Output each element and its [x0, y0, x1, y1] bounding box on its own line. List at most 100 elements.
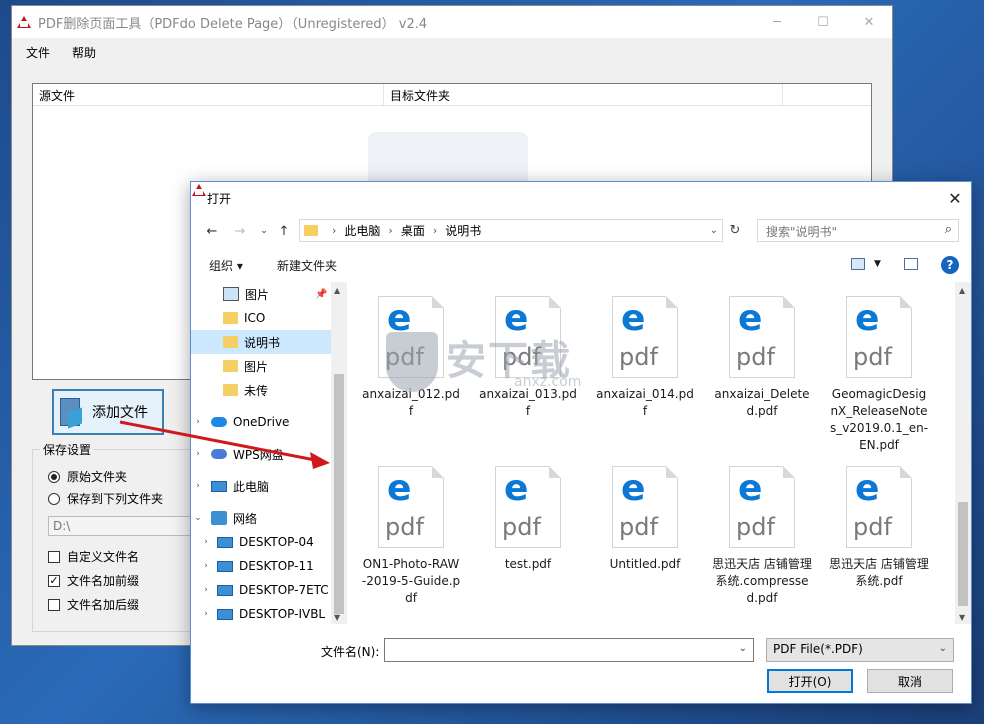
- radio-original-folder[interactable]: 原始文件夹: [48, 468, 127, 485]
- checkbox[interactable]: [48, 550, 60, 563]
- refresh-icon[interactable]: ↻: [725, 219, 745, 242]
- pdf-file-icon: e pdf: [729, 466, 795, 548]
- nav-item-manual[interactable]: 说明书: [191, 330, 331, 354]
- preview-pane-icon[interactable]: [904, 258, 918, 270]
- breadcrumb-this-pc[interactable]: 此电脑: [344, 222, 380, 239]
- organize-button[interactable]: 组织 ▾: [209, 257, 243, 274]
- expand-chevron-icon[interactable]: ›: [199, 585, 213, 595]
- checkbox-checked[interactable]: ✓: [48, 574, 60, 587]
- nav-item-not-uploaded[interactable]: 未传: [191, 378, 331, 402]
- scrollbar-thumb[interactable]: [334, 374, 344, 614]
- file-item[interactable]: e pdf anxaizai_013.pdf: [478, 296, 578, 420]
- expand-chevron-icon[interactable]: ›: [199, 537, 213, 547]
- add-file-label: 添加文件: [92, 405, 148, 421]
- radio-save-to-folder[interactable]: 保存到下列文件夹: [48, 490, 163, 507]
- minimize-icon[interactable]: ─: [754, 6, 800, 38]
- radio-button[interactable]: [48, 492, 60, 505]
- open-button[interactable]: 打开(O): [767, 669, 853, 693]
- filename-input[interactable]: ⌄: [384, 638, 754, 662]
- scrollbar-thumb[interactable]: [958, 502, 968, 606]
- nav-item-desktop-04[interactable]: › DESKTOP-04: [191, 530, 331, 554]
- file-grid: e pdf anxaizai_012.pdf e pdf anxaizai_013.…: [361, 282, 951, 624]
- column-source-file[interactable]: 源文件: [33, 84, 384, 105]
- file-name: ON1-Photo-RAW-2019-5-Guide.pdf: [361, 557, 461, 605]
- file-item[interactable]: e pdf Untitled.pdf: [595, 466, 695, 573]
- menu-file[interactable]: 文件: [12, 42, 58, 64]
- search-input[interactable]: 搜索"说明书" ⌕: [757, 219, 959, 242]
- nav-item-desktop-7etc[interactable]: › DESKTOP-7ETC: [191, 578, 331, 602]
- scroll-down-icon[interactable]: ▼: [334, 613, 340, 622]
- nav-item-ico[interactable]: ICO: [191, 306, 331, 330]
- breadcrumb-desktop[interactable]: 桌面: [401, 222, 425, 239]
- expand-chevron-icon[interactable]: ›: [199, 561, 213, 571]
- nav-label: ICO: [244, 311, 266, 325]
- filetype-dropdown-icon[interactable]: ⌄: [939, 643, 947, 654]
- file-item[interactable]: e pdf anxaizai_014.pdf: [595, 296, 695, 420]
- expand-chevron-icon[interactable]: ›: [199, 609, 213, 619]
- forward-arrow-icon[interactable]: →: [229, 218, 251, 244]
- filename-dropdown-icon[interactable]: ⌄: [739, 643, 747, 654]
- nav-item-pictures-folder[interactable]: 图片: [191, 354, 331, 378]
- cancel-button[interactable]: 取消: [867, 669, 953, 693]
- address-bar[interactable]: › 此电脑 › 桌面 › 说明书 ⌄: [299, 219, 723, 242]
- view-dropdown-icon[interactable]: ▼: [874, 259, 881, 269]
- checkbox-filename-prefix[interactable]: ✓ 文件名加前缀: [48, 572, 139, 589]
- nav-item-this-pc[interactable]: › 此电脑: [191, 474, 331, 498]
- column-target-folder[interactable]: 目标文件夹: [384, 84, 783, 105]
- close-icon[interactable]: ✕: [846, 6, 892, 38]
- filetype-select[interactable]: PDF File(*.PDF) ⌄: [766, 638, 954, 662]
- checkbox-label: 文件名加前缀: [67, 574, 140, 588]
- view-options-icon[interactable]: [851, 258, 865, 270]
- expand-chevron-icon[interactable]: ›: [191, 417, 205, 427]
- breadcrumb-separator-icon[interactable]: ›: [388, 224, 392, 237]
- file-item[interactable]: e pdf 思迅天店 店铺管理系统.pdf: [829, 466, 929, 590]
- dialog-toolbar: 组织 ▾ 新建文件夹 ▼ ?: [191, 250, 971, 280]
- file-item[interactable]: e pdf anxaizai_Deleted.pdf: [712, 296, 812, 420]
- file-item[interactable]: e pdf GeomagicDesignX_ReleaseNotes_v2019.…: [829, 296, 929, 454]
- nav-item-onedrive[interactable]: › OneDrive: [191, 410, 331, 434]
- help-icon[interactable]: ?: [941, 256, 959, 274]
- file-grid-scrollbar[interactable]: ▲ ▼: [955, 282, 971, 624]
- scroll-up-icon[interactable]: ▲: [959, 286, 965, 295]
- maximize-icon[interactable]: ☐: [800, 6, 846, 38]
- checkbox-custom-filename[interactable]: 自定义文件名: [48, 548, 139, 565]
- nav-pane-scrollbar[interactable]: ▲ ▼: [331, 282, 347, 624]
- add-file-button[interactable]: 添加文件: [52, 389, 164, 435]
- file-item[interactable]: e pdf 思迅天店 店铺管理系统.compressed.pdf: [712, 466, 812, 607]
- up-arrow-icon[interactable]: ↑: [273, 218, 295, 244]
- pdf-file-icon: e pdf: [495, 466, 561, 548]
- new-folder-button[interactable]: 新建文件夹: [277, 257, 337, 274]
- breadcrumb-separator-icon[interactable]: ›: [332, 224, 336, 237]
- nav-item-pictures[interactable]: 图片 📌: [191, 282, 331, 306]
- scroll-up-icon[interactable]: ▲: [334, 286, 340, 295]
- expand-chevron-icon[interactable]: ›: [191, 449, 205, 459]
- checkbox[interactable]: [48, 598, 60, 611]
- folder-icon: [223, 336, 238, 348]
- radio-button-selected[interactable]: [48, 470, 60, 483]
- nav-item-network[interactable]: ⌄ 网络: [191, 506, 331, 530]
- dialog-titlebar[interactable]: 打开 ✕: [191, 182, 971, 214]
- file-item[interactable]: e pdf ON1-Photo-RAW-2019-5-Guide.pdf: [361, 466, 461, 607]
- scroll-down-icon[interactable]: ▼: [959, 613, 965, 622]
- checkbox-filename-suffix[interactable]: 文件名加后缀: [48, 596, 139, 613]
- pin-icon[interactable]: 📌: [315, 289, 327, 300]
- file-item[interactable]: e pdf test.pdf: [478, 466, 578, 573]
- breadcrumb-manual[interactable]: 说明书: [445, 222, 481, 239]
- folder-icon: [223, 312, 238, 324]
- dialog-close-icon[interactable]: ✕: [939, 182, 971, 214]
- collapse-chevron-icon[interactable]: ⌄: [191, 513, 205, 523]
- address-dropdown-icon[interactable]: ⌄: [710, 225, 718, 236]
- file-name: Untitled.pdf: [609, 557, 681, 571]
- back-arrow-icon[interactable]: ←: [201, 218, 223, 244]
- nav-label: DESKTOP-7ETC: [239, 583, 329, 597]
- breadcrumb-separator-icon[interactable]: ›: [433, 224, 437, 237]
- nav-item-desktop-11[interactable]: › DESKTOP-11: [191, 554, 331, 578]
- nav-item-desktop-ivbl[interactable]: › DESKTOP-IVBL: [191, 602, 331, 624]
- nav-item-wps-cloud[interactable]: › WPS网盘: [191, 442, 331, 466]
- recent-locations-chevron-icon[interactable]: ⌄: [253, 218, 275, 244]
- main-titlebar[interactable]: PDF删除页面工具（PDFdo Delete Page）（Unregistere…: [12, 6, 892, 38]
- save-settings-legend: 保存设置: [40, 441, 95, 458]
- file-item[interactable]: e pdf anxaizai_012.pdf: [361, 296, 461, 420]
- expand-chevron-icon[interactable]: ›: [191, 481, 205, 491]
- menu-help[interactable]: 帮助: [58, 42, 104, 64]
